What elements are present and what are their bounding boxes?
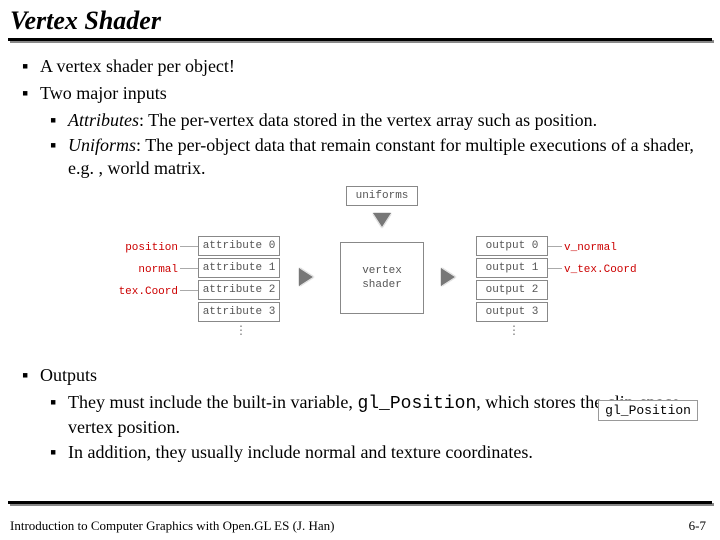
bullet-2a: ▪ Attributes: The per-vertex data stored… xyxy=(50,109,698,132)
connector xyxy=(180,246,198,247)
out-box-0: output 0 xyxy=(476,236,548,256)
uniforms-label: Uniforms xyxy=(68,135,136,155)
b3a-pre: They must include the built-in variable, xyxy=(68,392,357,412)
vdots: ⋮ xyxy=(508,324,522,339)
bullet-3: ▪ Outputs xyxy=(22,364,698,387)
bullet-1-text: A vertex shader per object! xyxy=(40,55,698,78)
connector xyxy=(180,290,198,291)
input-label-position: position xyxy=(118,241,178,255)
connector xyxy=(548,246,562,247)
bullet-icon: ▪ xyxy=(50,134,68,180)
input-label-texcoord: tex.Coord xyxy=(118,285,178,299)
attr-box-3: attribute 3 xyxy=(198,302,280,322)
out-box-3: output 3 xyxy=(476,302,548,322)
output-label-vtexcoord: v_tex.Coord xyxy=(564,263,637,277)
footer-rule xyxy=(8,501,712,504)
bullet-1: ▪ A vertex shader per object! xyxy=(22,55,698,78)
output-label-vnormal: v_normal xyxy=(564,241,617,255)
bullet-icon: ▪ xyxy=(22,364,40,387)
bullet-2b: ▪ Uniforms: The per-object data that rem… xyxy=(50,134,698,180)
attr-box-2: attribute 2 xyxy=(198,280,280,300)
arrow-right-icon xyxy=(300,268,314,286)
glposition-callout: gl_Position xyxy=(598,400,698,421)
bullet-3-text: Outputs xyxy=(40,364,698,387)
bullet-icon: ▪ xyxy=(50,391,68,439)
arrow-down-icon xyxy=(373,214,391,228)
uniforms-box: uniforms xyxy=(346,186,418,206)
bullet-2a-text: Attributes: The per-vertex data stored i… xyxy=(68,109,698,132)
input-label-normal: normal xyxy=(118,263,178,277)
attr-box-0: attribute 0 xyxy=(198,236,280,256)
bullet-2b-text: Uniforms: The per-object data that remai… xyxy=(68,134,698,180)
attr-box-1: attribute 1 xyxy=(198,258,280,278)
vdots: ⋮ xyxy=(235,324,249,339)
connector xyxy=(180,268,198,269)
slide-title: Vertex Shader xyxy=(0,0,720,38)
bullet-3b-text: In addition, they usually include normal… xyxy=(68,441,698,464)
glposition-code: gl_Position xyxy=(357,394,476,414)
connector xyxy=(548,268,562,269)
page-number: 6-7 xyxy=(689,518,706,534)
bullet-3b: ▪ In addition, they usually include norm… xyxy=(50,441,698,464)
shader-diagram: uniforms position normal tex.Coord attri… xyxy=(90,186,630,358)
bullet-icon: ▪ xyxy=(22,82,40,105)
out-box-1: output 1 xyxy=(476,258,548,278)
arrow-right-icon xyxy=(442,268,456,286)
footer-text: Introduction to Computer Graphics with O… xyxy=(10,518,334,534)
vertex-shader-box: vertex shader xyxy=(340,242,424,314)
attributes-label: Attributes xyxy=(68,110,139,130)
bullet-icon: ▪ xyxy=(22,55,40,78)
attributes-rest: : The per-vertex data stored in the vert… xyxy=(139,110,597,130)
bullet-icon: ▪ xyxy=(50,441,68,464)
bullet-icon: ▪ xyxy=(50,109,68,132)
bullet-2-text: Two major inputs xyxy=(40,82,698,105)
out-box-2: output 2 xyxy=(476,280,548,300)
bullet-2: ▪ Two major inputs xyxy=(22,82,698,105)
uniforms-rest: : The per-object data that remain consta… xyxy=(68,135,694,178)
